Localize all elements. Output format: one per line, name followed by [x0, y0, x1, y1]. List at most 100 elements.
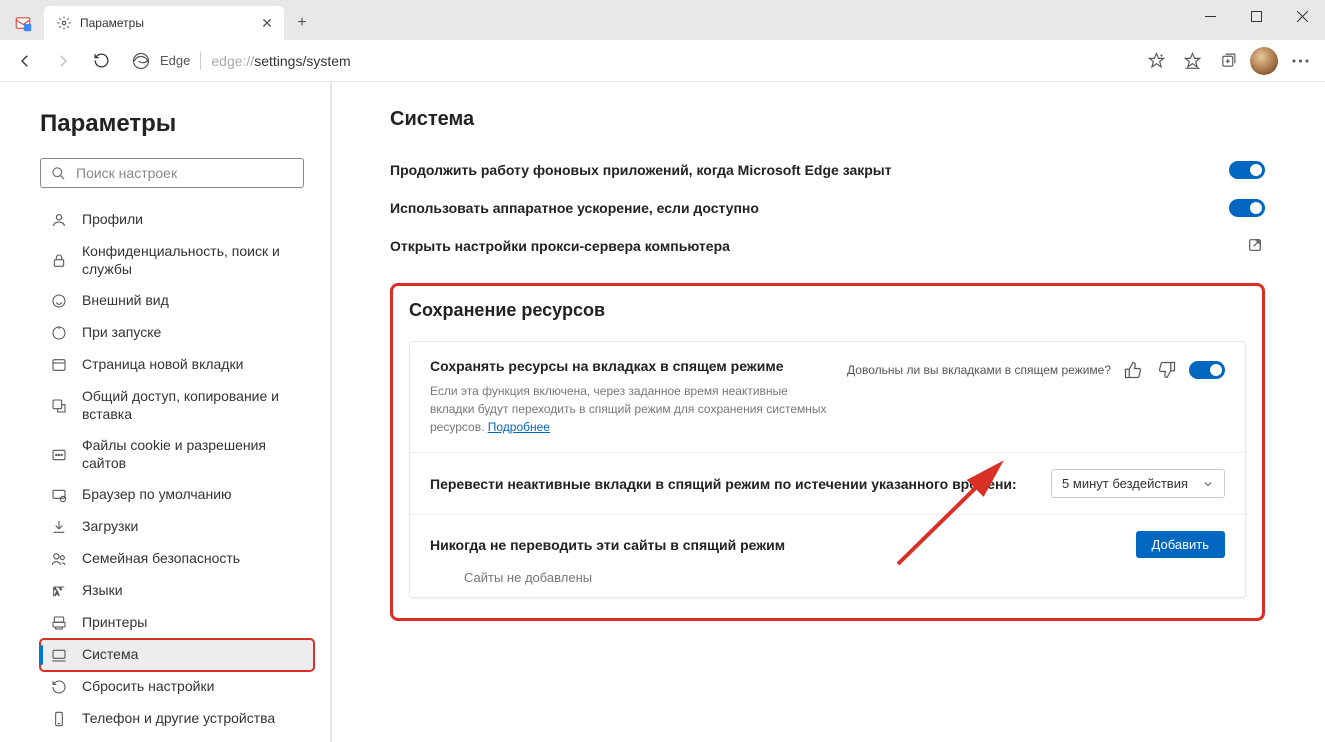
chevron-down-icon — [1202, 478, 1214, 490]
browser-toolbar: Edge edge://settings/system — [0, 40, 1325, 82]
sidebar-item-label: Внешний вид — [82, 292, 304, 310]
window-titlebar: Параметры ✕ + — [0, 0, 1325, 40]
tracking-prevention-icon[interactable] — [1139, 44, 1173, 78]
sidebar-item-11[interactable]: Принтеры — [40, 607, 314, 639]
address-bar[interactable]: Edge edge://settings/system — [122, 52, 1135, 70]
thumbs-up-button[interactable] — [1121, 358, 1145, 382]
toggle-hardware-accel[interactable] — [1229, 199, 1265, 217]
sidebar-item-label: Загрузки — [82, 518, 304, 536]
timeout-dropdown[interactable]: 5 минут бездействия — [1051, 469, 1225, 498]
brand-label: Edge — [160, 53, 190, 68]
sleep-tabs-title: Сохранять ресурсы на вкладках в спящем р… — [430, 358, 827, 374]
edge-logo-icon — [132, 52, 150, 70]
thumbs-down-button[interactable] — [1155, 358, 1179, 382]
svg-text:A: A — [55, 592, 59, 598]
sidebar-item-icon — [50, 252, 68, 270]
sidebar-item-icon — [50, 518, 68, 536]
dropdown-value: 5 минут бездействия — [1062, 476, 1188, 491]
sidebar-item-icon — [50, 292, 68, 310]
settings-content: Система Продолжить работу фоновых прилож… — [332, 82, 1325, 742]
minimize-button[interactable] — [1187, 0, 1233, 32]
sidebar-item-10[interactable]: A Языки — [40, 575, 314, 607]
sidebar-item-12[interactable]: Система — [40, 639, 314, 671]
sidebar-item-label: Браузер по умолчанию — [82, 486, 304, 504]
sidebar-item-label: Файлы cookie и разрешения сайтов — [82, 437, 304, 472]
sidebar-item-label: Страница новой вкладки — [82, 356, 304, 374]
sidebar-item-icon — [50, 486, 68, 504]
sidebar-item-label: При запуске — [82, 324, 304, 342]
sidebar-item-label: Принтеры — [82, 614, 304, 632]
setting-label: Использовать аппаратное ускорение, если … — [390, 200, 759, 216]
tab-title: Параметры — [80, 16, 250, 30]
sidebar-item-label: Семейная безопасность — [82, 550, 304, 568]
sidebar-item-3[interactable]: При запуске — [40, 317, 314, 349]
sidebar-item-label: Сбросить настройки — [82, 678, 304, 696]
search-icon — [51, 166, 66, 181]
toggle-sleep-tabs[interactable] — [1189, 361, 1225, 379]
settings-search[interactable] — [40, 158, 304, 188]
sidebar-item-1[interactable]: Конфиденциальность, поиск и службы — [40, 236, 314, 285]
sidebar-item-icon — [50, 710, 68, 728]
sidebar-item-icon — [50, 446, 68, 464]
sidebar-item-label: Конфиденциальность, поиск и службы — [82, 243, 304, 278]
sidebar-item-icon: A — [50, 582, 68, 600]
never-sleep-label: Никогда не переводить эти сайты в спящий… — [430, 537, 785, 553]
learn-more-link[interactable]: Подробнее — [488, 420, 550, 434]
sidebar-item-label: Система — [82, 646, 304, 664]
resources-card: Сохранять ресурсы на вкладках в спящем р… — [409, 341, 1246, 598]
sidebar-item-label: Языки — [82, 582, 304, 600]
no-sites-text: Сайты не добавлены — [430, 558, 1225, 589]
highlighted-section: Сохранение ресурсов Сохранять ресурсы на… — [390, 283, 1265, 621]
sidebar-item-14[interactable]: Телефон и другие устройства — [40, 703, 314, 735]
external-link-icon — [1247, 237, 1265, 255]
close-tab-icon[interactable]: ✕ — [258, 14, 276, 32]
profile-avatar[interactable] — [1247, 44, 1281, 78]
setting-label: Открыть настройки прокси-сервера компьют… — [390, 238, 730, 254]
add-site-button[interactable]: Добавить — [1136, 531, 1225, 558]
sidebar-item-icon — [50, 356, 68, 374]
sleep-tabs-description: Если эта функция включена, через заданно… — [430, 382, 827, 436]
forward-button[interactable] — [46, 44, 80, 78]
url-text: edge://settings/system — [211, 53, 350, 69]
back-button[interactable] — [8, 44, 42, 78]
feedback-question: Довольны ли вы вкладками в спящем режиме… — [847, 363, 1111, 377]
refresh-button[interactable] — [84, 44, 118, 78]
timeout-label: Перевести неактивные вкладки в спящий ре… — [430, 476, 1017, 492]
sidebar-item-8[interactable]: Загрузки — [40, 511, 314, 543]
sidebar-item-9[interactable]: Семейная безопасность — [40, 543, 314, 575]
sidebar-item-5[interactable]: Общий доступ, копирование и вставка — [40, 381, 314, 430]
search-input[interactable] — [76, 165, 293, 181]
section-heading-resources: Сохранение ресурсов — [409, 300, 1246, 321]
gear-icon — [56, 15, 72, 31]
more-menu-icon[interactable] — [1283, 44, 1317, 78]
sidebar-item-icon — [50, 678, 68, 696]
sidebar-item-icon — [50, 397, 68, 415]
setting-row-background-apps: Продолжить работу фоновых приложений, ко… — [390, 151, 1265, 189]
separator — [200, 52, 201, 70]
setting-row-proxy[interactable]: Открыть настройки прокси-сервера компьют… — [390, 227, 1265, 265]
collections-icon[interactable] — [1211, 44, 1245, 78]
sidebar-item-icon — [50, 211, 68, 229]
sidebar-title: Параметры — [40, 110, 314, 138]
sidebar-item-2[interactable]: Внешний вид — [40, 285, 314, 317]
favorites-icon[interactable] — [1175, 44, 1209, 78]
sidebar-item-7[interactable]: Браузер по умолчанию — [40, 479, 314, 511]
sidebar-item-13[interactable]: Сбросить настройки — [40, 671, 314, 703]
app-favicon — [10, 6, 36, 40]
sidebar-item-label: Профили — [82, 211, 304, 229]
toggle-background-apps[interactable] — [1229, 161, 1265, 179]
settings-sidebar: Параметры Профили Конфиденциальность, пои… — [0, 82, 332, 742]
sidebar-item-4[interactable]: Страница новой вкладки — [40, 349, 314, 381]
sidebar-item-icon — [50, 614, 68, 632]
close-window-button[interactable] — [1279, 0, 1325, 32]
sidebar-item-6[interactable]: Файлы cookie и разрешения сайтов — [40, 430, 314, 479]
section-heading-system: Система — [390, 108, 1265, 131]
sidebar-item-icon — [50, 646, 68, 664]
sidebar-item-icon — [50, 324, 68, 342]
browser-tab[interactable]: Параметры ✕ — [44, 6, 284, 40]
maximize-button[interactable] — [1233, 0, 1279, 32]
sidebar-item-icon — [50, 550, 68, 568]
setting-row-hardware-accel: Использовать аппаратное ускорение, если … — [390, 189, 1265, 227]
sidebar-item-0[interactable]: Профили — [40, 204, 314, 236]
new-tab-button[interactable]: + — [288, 9, 316, 37]
